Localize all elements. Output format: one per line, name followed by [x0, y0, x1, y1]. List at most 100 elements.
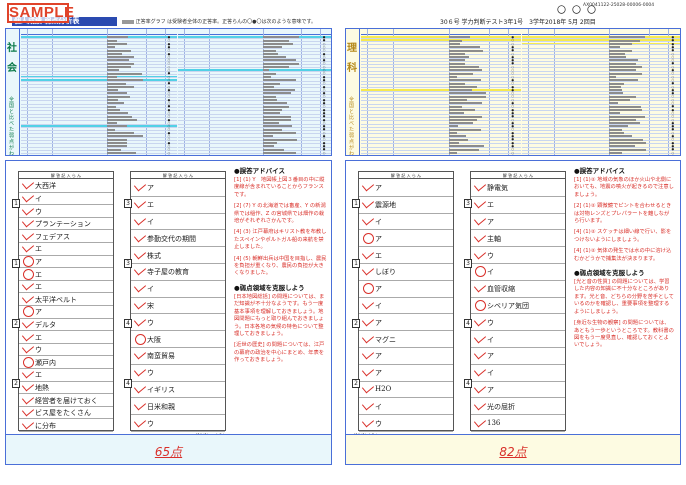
answer-rule [131, 296, 225, 298]
results-table-left-a: ● ○ ● ● ○ ● ○ ○ ○ ○ ○ ● ○ ○ ● ○ ● ○ ○ ● ○ ● ● ○ ○ ● ○ ○ ○ ● ○ ○ ● ○ ○ ○ [21, 29, 177, 155]
answer-rule [471, 330, 565, 332]
accuracy-bar [106, 138, 127, 141]
accuracy-bar [106, 132, 135, 135]
accuracy-bar [106, 141, 127, 144]
grading-mark [473, 331, 487, 343]
handwritten-answer: イ [487, 335, 494, 344]
advice-item: [4] (1)② 気体の発生では水の中に溶け込むかどうかで捕集法が決まります。 [574, 248, 672, 262]
accuracy-bar [262, 85, 275, 88]
handwritten-answer: 株式 [147, 251, 161, 260]
handwritten-answer: プランテーション [35, 220, 91, 229]
answer-rule [19, 191, 113, 193]
accuracy-bar [449, 115, 482, 118]
handwritten-answer: 経営者を届けておく [35, 396, 98, 405]
weak-area-item: [近世の歴史] の問題については、江戸の幕府の政治を中心にまとめ、年表を作ってお… [234, 342, 325, 364]
answer-rule [131, 414, 225, 416]
handwritten-answer: エ [487, 201, 494, 210]
grading-mark [133, 263, 147, 276]
accuracy-bar [609, 62, 636, 65]
answer-rule [131, 380, 225, 382]
legend-text: 正答率グラフ は受験者全体の正答率。正答らんの〇●〇は次のような意味です。 [135, 19, 317, 25]
result-mark: ○ [511, 71, 515, 76]
accuracy-bar [106, 56, 134, 59]
accuracy-bar [106, 135, 143, 138]
handwritten-answer: エ [35, 371, 42, 380]
table-header [178, 29, 331, 35]
answer-rule [359, 347, 453, 348]
accuracy-bar [449, 95, 486, 98]
question-number-box: 1 [12, 199, 20, 208]
accuracy-bar [262, 118, 291, 121]
accuracy-bar [262, 151, 297, 154]
accuracy-bar [106, 112, 128, 115]
accuracy-bar [262, 75, 272, 78]
result-mark: ○ [511, 147, 515, 152]
handwritten-answer: 参勤交代の期間 [147, 234, 196, 243]
accuracy-bar [609, 92, 624, 95]
accuracy-bar [262, 145, 275, 148]
accuracy-bar [262, 42, 294, 45]
subject-vertical-note: 全国と比べた弱点がわかります [349, 97, 355, 156]
grading-mark [23, 255, 34, 267]
handwritten-answer: イ [375, 402, 382, 411]
answer-rule [359, 246, 453, 248]
result-mark: ○ [671, 114, 675, 119]
accuracy-bar [106, 105, 116, 108]
handwritten-answer: シベリア気団 [487, 302, 529, 310]
result-mark: ● [167, 104, 171, 109]
handwritten-answer: 瀬戸内 [35, 358, 56, 367]
answer-rule [359, 263, 453, 264]
handwritten-answer: ア [487, 218, 494, 226]
handwritten-answer: エ [35, 245, 42, 254]
accuracy-bar [262, 79, 296, 82]
accuracy-bar [262, 46, 282, 49]
accuracy-bar [609, 56, 626, 59]
handwritten-answer: イ [375, 218, 382, 226]
grading-mark [133, 179, 147, 192]
legend-note: 正答率グラフ は受験者全体の正答率。正答らんの〇●〇は次のような意味です。 [122, 18, 316, 25]
accuracy-bar [106, 49, 132, 52]
answer-rule [131, 212, 225, 214]
answer-rule [131, 397, 225, 399]
grading-mark [473, 280, 487, 293]
answer-rule [471, 363, 565, 365]
answer-column-col1: ア震源地イアエしぼりアイアマグニアア H2O イウ [358, 179, 454, 432]
accuracy-bar [262, 36, 299, 39]
handwritten-answer: エ [375, 251, 382, 260]
result-mark: ○ [671, 150, 675, 155]
table-header [522, 29, 680, 35]
handwritten-answer: ア [35, 308, 42, 317]
accuracy-bar [609, 42, 632, 45]
handwritten-answer: ウ [375, 419, 382, 428]
subject-vertical-note: 全国と比べた弱点がわかります [9, 97, 15, 156]
accuracy-bar [106, 102, 124, 105]
results-table-right-b: ● ● ● ● ● ○ ○ ○ ● ○ ● ○ ○ ○ ● ○ ● ● ○ ○ ○ ● ● ○ ○ ○ ● ● ● ○ ● ○ ● ● ● ○ [522, 29, 680, 155]
result-mark: ○ [167, 48, 171, 53]
answer-rule [359, 212, 453, 214]
accuracy-bar [106, 85, 134, 88]
answer-rule [471, 313, 565, 315]
handwritten-answer: 宋 [147, 302, 154, 310]
advice-item: [4] (1)② スケッチは細い線で行い、影をつけないようにしましょう。 [574, 229, 672, 243]
score-social: 65点 [154, 445, 183, 459]
handwritten-answer: ア [375, 184, 382, 193]
handwritten-answer: エ [147, 201, 154, 210]
grading-mark [363, 232, 374, 244]
grading-mark [133, 196, 147, 209]
handwritten-answer: エ [35, 333, 42, 342]
accuracy-bar [609, 59, 638, 62]
accuracy-bar [449, 105, 463, 108]
advice-item: [2] (7) Y の北海道では畜産、Y の新潟県では稲作、Z の宮城県では畑作… [234, 203, 326, 225]
grading-mark [473, 230, 487, 243]
accuracy-bar [609, 102, 619, 105]
grading-mark [361, 381, 375, 394]
handwritten-answer: 大阪 [147, 335, 161, 344]
accuracy-bar [449, 36, 470, 39]
handwritten-answer: ア [375, 285, 382, 294]
answer-rule [19, 355, 113, 357]
result-mark: ● [322, 147, 326, 152]
result-mark: ● [322, 114, 326, 119]
result-mark: ○ [322, 71, 326, 76]
result-mark: ● [322, 38, 326, 43]
handwritten-answer: ウ [487, 318, 494, 327]
